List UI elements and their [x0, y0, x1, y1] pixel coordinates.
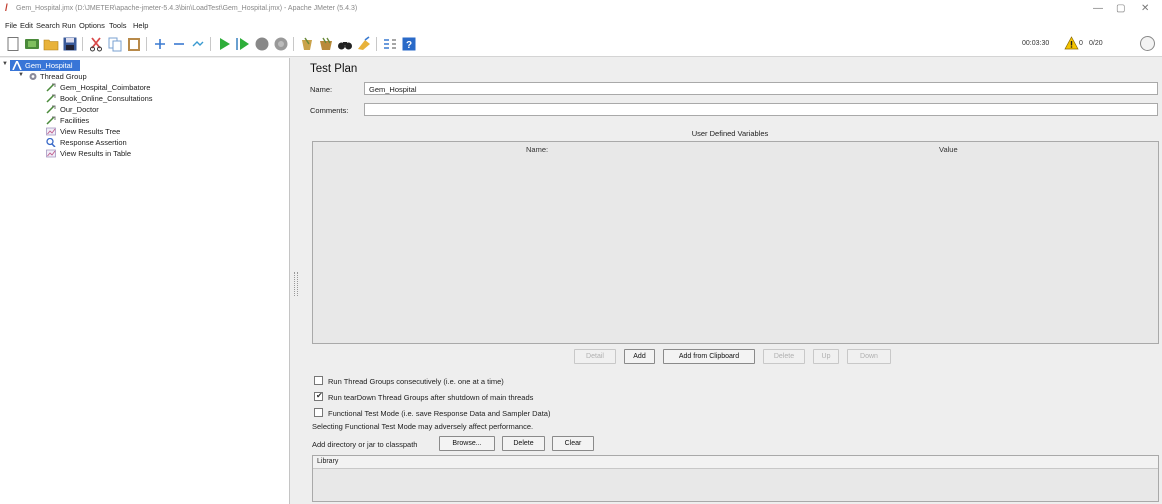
- name-input[interactable]: Gem_Hospital: [364, 82, 1158, 95]
- collapse-all-icon[interactable]: [171, 36, 187, 52]
- copy-icon[interactable]: [107, 36, 123, 52]
- tree-node-listener[interactable]: View Results in Table: [46, 148, 206, 159]
- help-icon[interactable]: ?: [401, 36, 417, 52]
- save-icon[interactable]: [62, 36, 78, 52]
- tree-node-sampler[interactable]: Book_Online_Consultations: [46, 93, 206, 104]
- stop-icon[interactable]: [254, 36, 270, 52]
- window-titlebar: / Gem_Hospital.jmx (D:\JMETER\apache-jme…: [0, 0, 1162, 20]
- clear-classpath-button[interactable]: Clear: [552, 436, 594, 451]
- column-header-value[interactable]: Value: [939, 145, 958, 154]
- user-defined-variables-title: User Defined Variables: [691, 129, 769, 138]
- function-helper-icon[interactable]: [382, 36, 398, 52]
- down-button[interactable]: Down: [847, 349, 891, 364]
- assertion-icon: [46, 138, 56, 147]
- tree-node-sampler[interactable]: Our_Doctor: [46, 104, 206, 115]
- minimize-button[interactable]: —: [1093, 3, 1103, 14]
- toolbar-separator: [376, 37, 377, 51]
- http-sampler-icon: [46, 83, 56, 92]
- open-folder-icon[interactable]: [43, 36, 59, 52]
- toolbar-separator: [293, 37, 294, 51]
- shutdown-icon[interactable]: [273, 36, 289, 52]
- name-label: Name:: [310, 85, 333, 94]
- add-button[interactable]: Add: [624, 349, 655, 364]
- panel-splitter-handle[interactable]: [294, 272, 298, 296]
- templates-icon[interactable]: [24, 36, 40, 52]
- panel-title: Test Plan: [310, 63, 358, 75]
- search-binoculars-icon[interactable]: [337, 36, 353, 52]
- tree-node-listener[interactable]: View Results Tree: [46, 126, 206, 137]
- menu-options[interactable]: Options: [79, 21, 105, 30]
- expand-all-icon[interactable]: [152, 36, 168, 52]
- expand-arrow-icon[interactable]: ▼: [2, 61, 8, 67]
- checkmark-icon: ✔: [316, 391, 323, 400]
- new-file-icon[interactable]: [5, 36, 21, 52]
- toolbar: ? 00:03:30 0 0/20: [0, 32, 1162, 57]
- close-window-button[interactable]: ✕: [1141, 3, 1149, 14]
- warning-icon[interactable]: [1064, 36, 1079, 50]
- http-sampler-icon: [46, 116, 56, 125]
- toolbar-separator: [82, 37, 83, 51]
- listener-icon: [46, 149, 56, 158]
- clear-icon[interactable]: [299, 36, 315, 52]
- elapsed-time: 00:03:30: [1022, 40, 1050, 47]
- menu-help[interactable]: Help: [133, 21, 148, 30]
- cut-icon[interactable]: [88, 36, 104, 52]
- comments-label: Comments:: [310, 106, 349, 115]
- toolbar-separator: [146, 37, 147, 51]
- toggle-icon[interactable]: [190, 36, 206, 52]
- clear-all-icon[interactable]: [318, 36, 334, 52]
- delete-classpath-button[interactable]: Delete: [502, 436, 545, 451]
- tree-node-sampler[interactable]: Facilities: [46, 115, 206, 126]
- menu-run[interactable]: Run: [62, 21, 76, 30]
- user-defined-variables-table[interactable]: Name: Value: [312, 141, 1159, 344]
- menu-tools[interactable]: Tools: [109, 21, 127, 30]
- tree-node-thread-group[interactable]: ▼ Thread Group: [18, 71, 146, 82]
- detail-button[interactable]: Detail: [574, 349, 616, 364]
- classpath-label: Add directory or jar to classpath: [312, 440, 418, 449]
- start-icon[interactable]: [216, 36, 232, 52]
- maximize-button[interactable]: ▢: [1116, 3, 1125, 14]
- test-plan-tree: ▼ Gem_Hospital ▼ Thread Group Gem_Hospit…: [0, 58, 290, 504]
- menu-bar: File Edit Search Run Options Tools Help: [0, 20, 1162, 32]
- tree-node-assertion[interactable]: Response Assertion: [46, 137, 206, 148]
- delete-variable-button[interactable]: Delete: [763, 349, 805, 364]
- up-button[interactable]: Up: [813, 349, 839, 364]
- menu-file[interactable]: File: [5, 21, 17, 30]
- remote-status-icon[interactable]: [1140, 36, 1155, 51]
- test-plan-panel: Test Plan Name: Gem_Hospital Comments: U…: [302, 58, 1162, 504]
- tree-node-test-plan[interactable]: ▼ Gem_Hospital: [2, 60, 80, 71]
- comments-input[interactable]: [364, 103, 1158, 116]
- http-sampler-icon: [46, 105, 56, 114]
- browse-button[interactable]: Browse...: [439, 436, 495, 451]
- listener-icon: [46, 127, 56, 136]
- start-no-timers-icon[interactable]: [235, 36, 251, 52]
- expand-arrow-icon[interactable]: ▼: [18, 72, 24, 78]
- add-from-clipboard-button[interactable]: Add from Clipboard: [663, 349, 755, 364]
- window-title: Gem_Hospital.jmx (D:\JMETER\apache-jmete…: [16, 5, 358, 12]
- paste-icon[interactable]: [126, 36, 142, 52]
- http-sampler-icon: [46, 94, 56, 103]
- active-threads: 0/20: [1089, 40, 1103, 47]
- library-table[interactable]: Library: [312, 455, 1159, 502]
- menu-edit[interactable]: Edit: [20, 21, 33, 30]
- test-plan-icon: [12, 61, 22, 70]
- reset-search-icon[interactable]: [356, 36, 372, 52]
- jmeter-app-icon: /: [5, 3, 8, 14]
- column-header-name[interactable]: Name:: [526, 145, 548, 154]
- svg-text:?: ?: [406, 40, 412, 51]
- error-count: 0: [1079, 40, 1083, 47]
- thread-group-gear-icon: [29, 73, 37, 80]
- library-column-header[interactable]: Library: [313, 456, 1158, 469]
- toolbar-separator: [210, 37, 211, 51]
- functional-mode-note: Selecting Functional Test Mode may adver…: [312, 422, 534, 431]
- menu-search[interactable]: Search: [36, 21, 60, 30]
- tree-node-sampler[interactable]: Gem_Hospital_Coimbatore: [46, 82, 206, 93]
